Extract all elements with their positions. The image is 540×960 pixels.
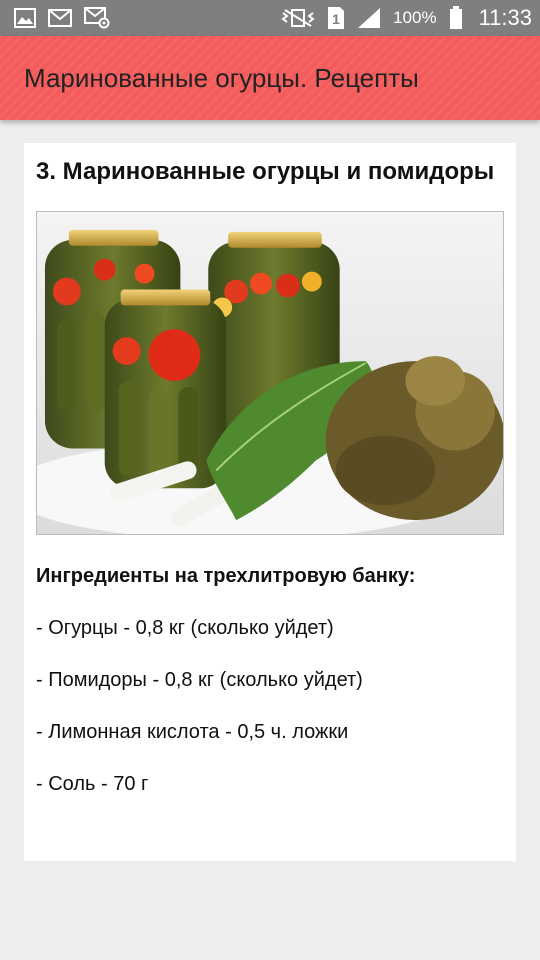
sim-1-label: 1 bbox=[332, 11, 340, 27]
gallery-icon bbox=[14, 8, 36, 28]
ingredient-item: - Помидоры - 0,8 кг (сколько уйдет) bbox=[36, 669, 363, 691]
recipe-photo bbox=[36, 211, 504, 535]
mail-settings-icon bbox=[84, 7, 110, 29]
mail-icon bbox=[48, 9, 72, 27]
ingredient-item: - Соль - 70 г bbox=[36, 773, 149, 795]
ingredients-list: - Огурцы - 0,8 кг (сколько уйдет) - Поми… bbox=[36, 616, 504, 824]
battery-icon bbox=[449, 6, 463, 30]
recipe-title: 3. Маринованные огурцы и помидоры bbox=[36, 158, 495, 185]
battery-percentage: 100% bbox=[393, 8, 437, 27]
clock: 11:33 bbox=[478, 5, 532, 30]
sim-1-icon: 1 bbox=[327, 6, 345, 30]
ingredient-item: - Лимонная кислота - 0,5 ч. ложки bbox=[36, 721, 349, 743]
ingredient-item: - Огурцы - 0,8 кг (сколько уйдет) bbox=[36, 617, 334, 639]
status-bar-system: 1 100% 11:33 bbox=[281, 5, 532, 31]
ingredients-heading: Ингредиенты на трехлитровую банку: bbox=[36, 565, 416, 587]
signal-icon bbox=[357, 7, 381, 29]
app-title: Маринованные огурцы. Рецепты bbox=[24, 62, 419, 93]
recipe-card: 3. Маринованные огурцы и помидоры Ингред… bbox=[24, 143, 516, 861]
app-bar: Маринованные огурцы. Рецепты bbox=[0, 36, 540, 120]
status-bar-notifications bbox=[14, 7, 110, 29]
vibrate-icon bbox=[281, 8, 315, 28]
status-bar: 1 100% 11:33 bbox=[0, 0, 540, 36]
